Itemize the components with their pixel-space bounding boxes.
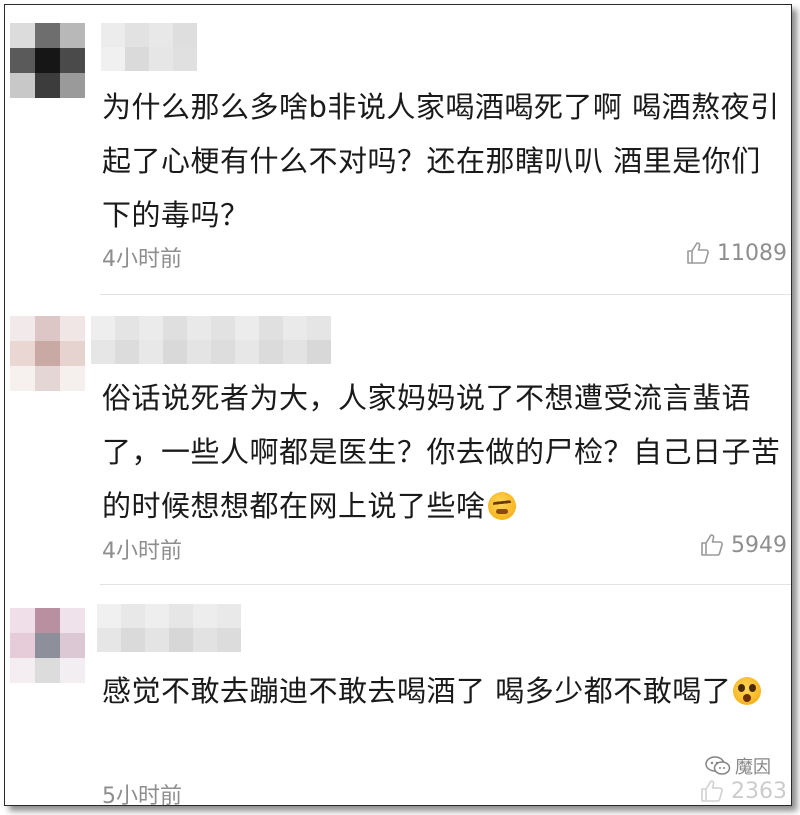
like-count: 2363 [731, 778, 787, 804]
avatar[interactable] [10, 316, 85, 391]
username-blurred-row [97, 628, 241, 652]
comment-time: 4小时前 [102, 247, 182, 272]
comment-text: 感觉不敢去蹦迪不敢去喝酒了 喝多少都不敢喝了 [102, 664, 782, 718]
comment-time: 5小时前 [102, 784, 182, 806]
thumbs-up-icon [687, 242, 709, 264]
thumbs-up-icon [701, 780, 723, 802]
like-button[interactable]: 2363 [699, 778, 787, 804]
like-count: 5949 [731, 532, 787, 558]
username-blurred[interactable] [101, 23, 197, 47]
avatar[interactable] [10, 23, 85, 98]
divider [100, 584, 791, 585]
comment-time: 4小时前 [102, 539, 182, 564]
comment-item: 感觉不敢去蹦迪不敢去喝酒了 喝多少都不敢喝了 5小时前 2363 魔因 [5, 586, 791, 805]
like-button[interactable]: 5949 [699, 532, 787, 558]
comment-list-screenshot: 为什么那么多啥b非说人家喝酒喝死了啊 喝酒熬夜引起了心梗有什么不对吗？还在那瞎叭… [4, 4, 792, 806]
shocked-face-emoji [733, 677, 762, 705]
avatar[interactable] [10, 608, 85, 683]
comment-text: 为什么那么多啥b非说人家喝酒喝死了啊 喝酒熬夜引起了心梗有什么不对吗？还在那瞎叭… [102, 90, 780, 232]
watermark-text: 魔因 [735, 757, 771, 778]
comment-text: 俗话说死者为大，人家妈妈说了不想遭受流言蜚语了，一些人啊都是医生？你去做的尸检？… [102, 381, 781, 523]
like-count: 11089 [717, 240, 787, 266]
comment-item: 为什么那么多啥b非说人家喝酒喝死了啊 喝酒熬夜引起了心梗有什么不对吗？还在那瞎叭… [5, 5, 791, 295]
wechat-icon [705, 756, 731, 775]
comment-item: 俗话说死者为大，人家妈妈说了不想遭受流言蜚语了，一些人啊都是医生？你去做的尸检？… [5, 296, 791, 585]
username-blurred-row [91, 340, 331, 364]
angry-face-emoji [487, 492, 516, 520]
watermark: 魔因 [705, 753, 771, 779]
like-button[interactable]: 11089 [685, 240, 787, 266]
username-blurred-row [101, 47, 197, 71]
thumbs-up-icon [701, 534, 723, 556]
divider [100, 294, 791, 295]
username-blurred[interactable] [97, 604, 241, 628]
username-blurred[interactable] [91, 316, 331, 340]
